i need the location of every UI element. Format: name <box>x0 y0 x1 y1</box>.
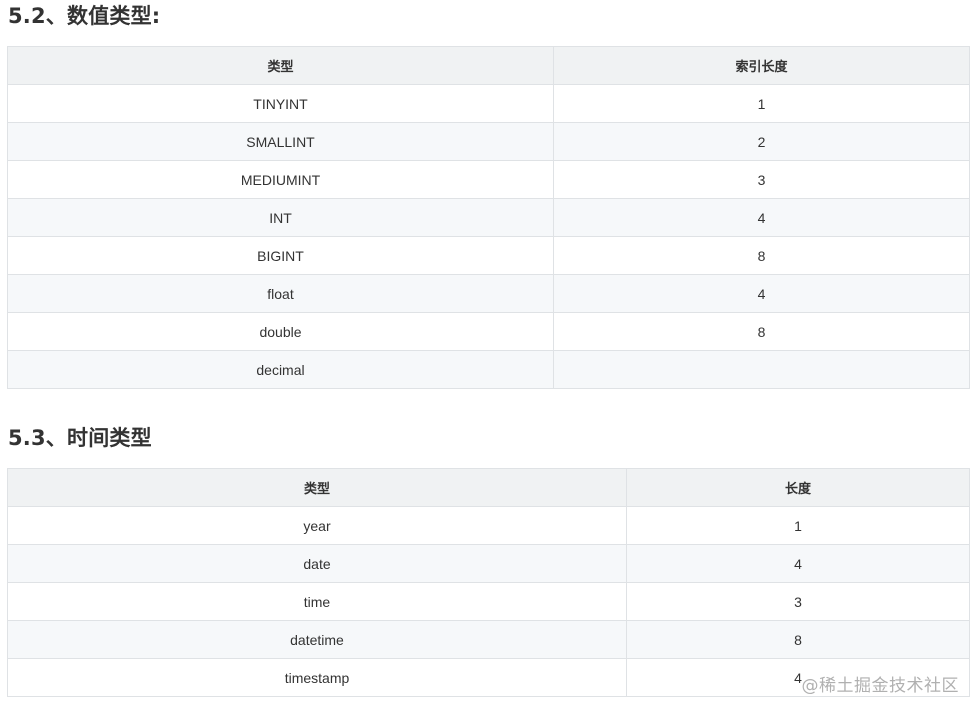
length-cell: 1 <box>626 506 970 545</box>
table-row: timestamp 4 <box>7 658 970 697</box>
column-header-type: 类型 <box>7 468 627 507</box>
type-cell: decimal <box>7 350 554 389</box>
type-cell: INT <box>7 198 554 237</box>
type-cell: date <box>7 544 627 583</box>
column-header-index-length: 索引长度 <box>553 46 970 85</box>
table-header-row: 类型 索引长度 <box>7 46 970 85</box>
numeric-types-table: 类型 索引长度 TINYINT 1 SMALLINT 2 MEDIUMINT 3… <box>7 46 970 389</box>
length-cell: 4 <box>553 198 970 237</box>
table-row: INT 4 <box>7 198 970 237</box>
section-heading-numeric-types: 5.2、数值类型: <box>8 4 161 28</box>
column-header-type: 类型 <box>7 46 554 85</box>
length-cell <box>553 350 970 389</box>
column-header-length: 长度 <box>626 468 970 507</box>
length-cell: 1 <box>553 84 970 123</box>
type-cell: SMALLINT <box>7 122 554 161</box>
length-cell: 8 <box>553 312 970 351</box>
table-row: SMALLINT 2 <box>7 122 970 161</box>
type-cell: BIGINT <box>7 236 554 275</box>
table-row: TINYINT 1 <box>7 84 970 123</box>
table-row: BIGINT 8 <box>7 236 970 275</box>
table-header-row: 类型 长度 <box>7 468 970 507</box>
section-heading-time-types: 5.3、时间类型 <box>8 426 152 450</box>
time-types-table: 类型 长度 year 1 date 4 time 3 datetime 8 ti <box>7 468 970 697</box>
type-cell: MEDIUMINT <box>7 160 554 199</box>
type-cell: timestamp <box>7 658 627 697</box>
type-cell: year <box>7 506 627 545</box>
length-cell: 4 <box>626 658 970 697</box>
length-cell: 4 <box>626 544 970 583</box>
length-cell: 8 <box>626 620 970 659</box>
length-cell: 2 <box>553 122 970 161</box>
table-row: datetime 8 <box>7 620 970 659</box>
table-row: year 1 <box>7 506 970 545</box>
length-cell: 3 <box>553 160 970 199</box>
type-cell: TINYINT <box>7 84 554 123</box>
table-row: double 8 <box>7 312 970 351</box>
type-cell: time <box>7 582 627 621</box>
table-row: time 3 <box>7 582 970 621</box>
length-cell: 8 <box>553 236 970 275</box>
table-row: float 4 <box>7 274 970 313</box>
type-cell: double <box>7 312 554 351</box>
type-cell: float <box>7 274 554 313</box>
table-row: decimal <box>7 350 970 389</box>
table-row: MEDIUMINT 3 <box>7 160 970 199</box>
table-row: date 4 <box>7 544 970 583</box>
type-cell: datetime <box>7 620 627 659</box>
page: 5.2、数值类型: 类型 索引长度 TINYINT 1 SMALLINT 2 M… <box>0 0 978 715</box>
length-cell: 4 <box>553 274 970 313</box>
length-cell: 3 <box>626 582 970 621</box>
